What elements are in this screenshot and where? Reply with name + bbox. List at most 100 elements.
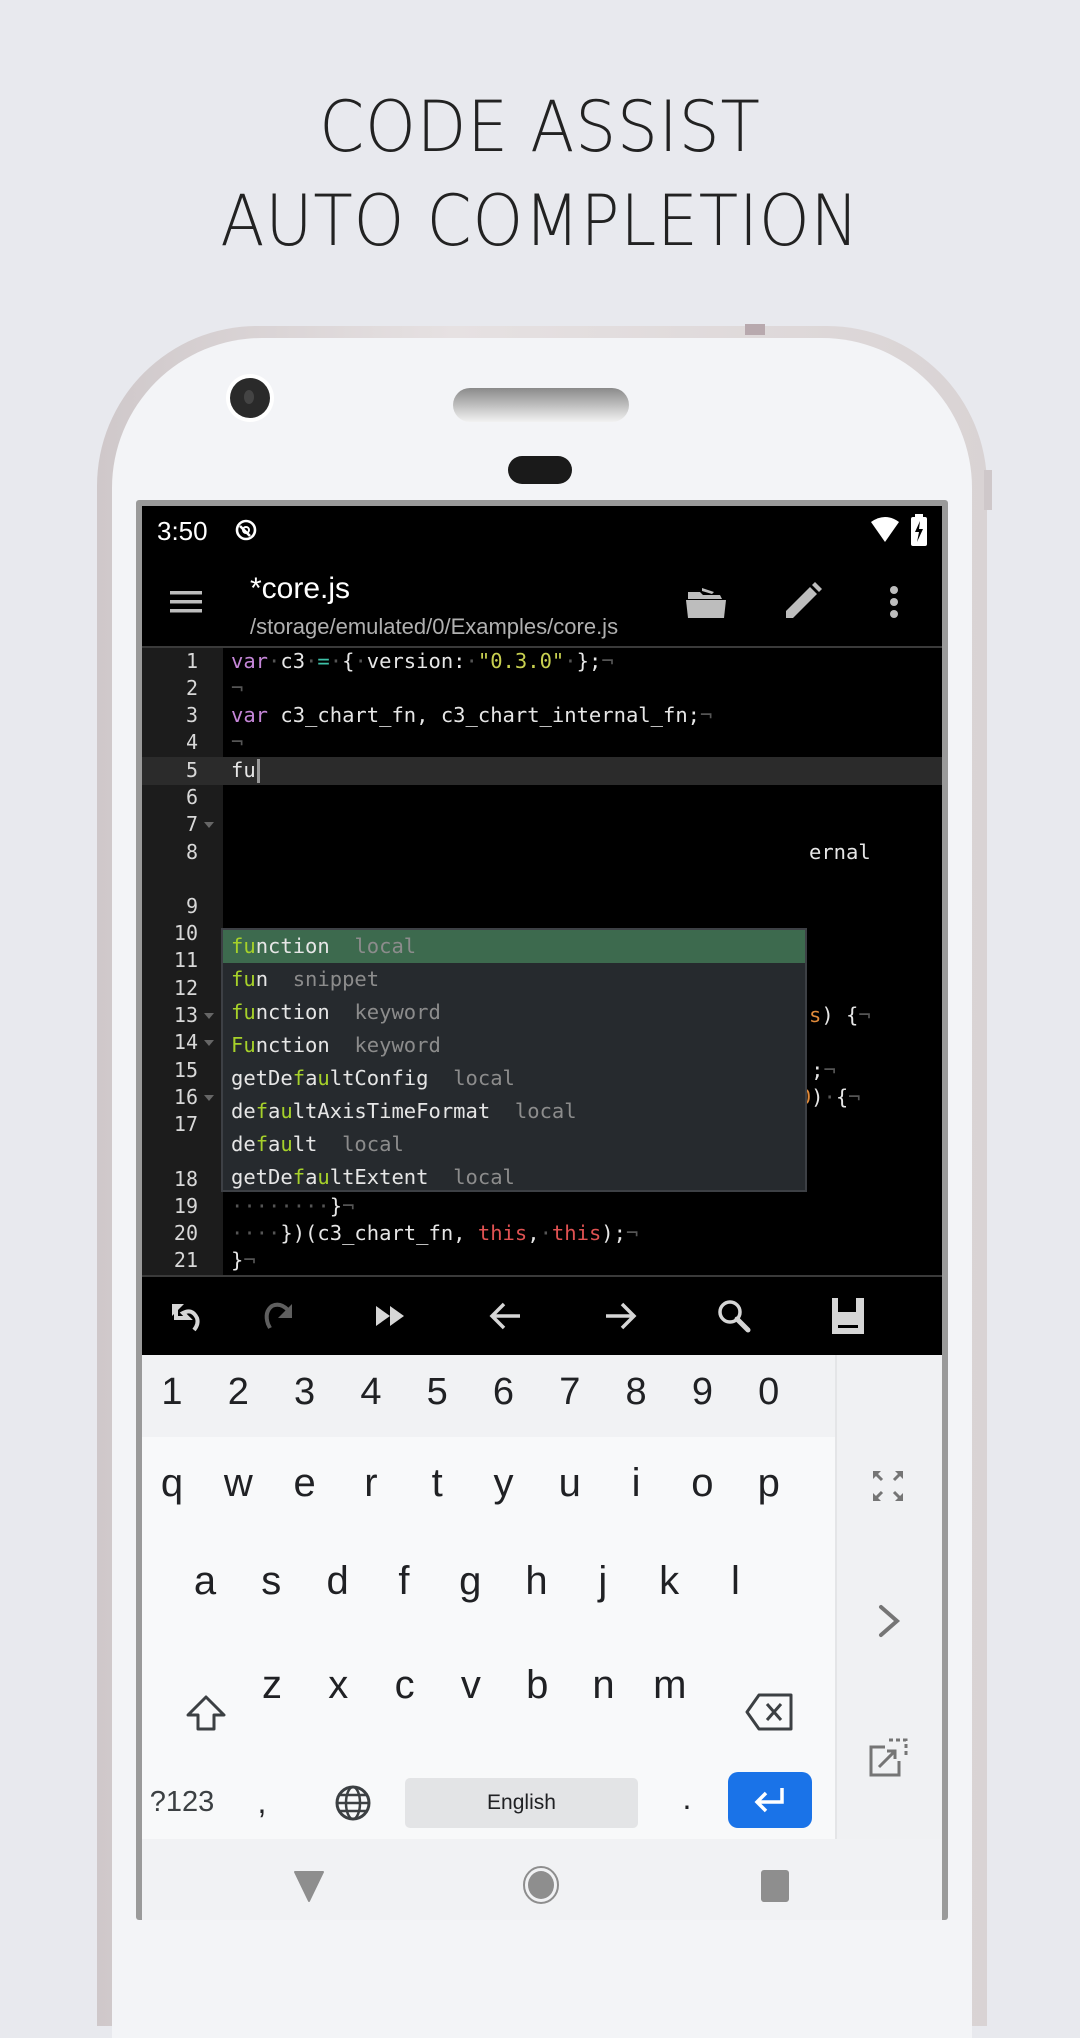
completion-item[interactable]: function local [223,930,805,963]
token: } [329,1194,343,1218]
code-line-4: ¬ [231,730,244,754]
token: s [809,1003,822,1027]
code-line-20: ····})(c3_chart_fn, this,·this);¬ [231,1221,639,1245]
line-number: 1 [185,649,198,673]
home-icon[interactable] [522,1865,560,1905]
key-h[interactable]: h [507,1559,567,1604]
app-bar: *core.js /storage/emulated/0/Examples/co… [142,558,942,646]
redo-icon[interactable] [254,1292,302,1340]
code-line-19: ········}¬ [231,1194,355,1218]
symbols-key[interactable]: ?123 [142,1777,222,1827]
period-key[interactable]: . [657,1773,717,1823]
enter-icon [754,1788,784,1813]
current-line-highlight [142,757,942,785]
search-icon[interactable] [710,1292,758,1340]
key-0[interactable]: 0 [739,1371,799,1414]
shift-icon[interactable] [184,1691,228,1735]
fullscreen-icon[interactable] [871,1469,905,1503]
key-f[interactable]: f [374,1559,434,1604]
fold-marker-icon[interactable] [204,1013,214,1019]
arrow-left-icon[interactable] [482,1292,530,1340]
headline-line-1: CODE ASSIST [319,86,761,168]
line-number: 12 [173,976,198,1000]
token: = [317,649,330,673]
key-k[interactable]: k [639,1559,699,1604]
status-time: 3:50 [157,516,208,546]
key-u[interactable]: u [540,1461,600,1506]
arrow-right-icon[interactable] [596,1292,644,1340]
completion-item[interactable]: defaultAxisTimeFormat local [223,1095,805,1128]
phone-screen: 3:50 *core.js /storage/emulated/0/Exampl… [142,506,942,1920]
completion-kind: keyword [354,1033,441,1057]
line-number: 20 [173,1221,198,1245]
menu-icon[interactable] [162,578,210,626]
completion-item[interactable]: default local [223,1128,805,1161]
proximity-sensor [508,456,572,484]
token: c3_chart_fn, c3_chart_internal_fn; [268,703,701,727]
key-c[interactable]: c [375,1663,435,1708]
globe-icon[interactable] [333,1783,373,1823]
floating-keyboard-icon[interactable] [867,1737,909,1779]
sync-icon [235,519,257,541]
code-line-5: fu [231,757,260,784]
key-d[interactable]: d [308,1559,368,1604]
edit-icon[interactable] [778,578,826,626]
enter-key[interactable] [728,1772,812,1828]
key-z[interactable]: z [242,1663,302,1708]
key-j[interactable]: j [573,1559,633,1604]
code-editor[interactable]: 1 2 3 4 5 6 7 8 9 10 11 12 13 14 15 16 17 18 19 20 21 var·c3… [142,648,942,1275]
line-number: 19 [173,1194,198,1218]
key-7[interactable]: 7 [540,1371,600,1414]
token: this [551,1221,602,1245]
back-icon[interactable] [292,1869,326,1903]
key-a[interactable]: a [175,1559,235,1604]
space-bar[interactable]: English [405,1778,638,1828]
key-i[interactable]: i [606,1461,666,1506]
fold-marker-icon[interactable] [204,1040,214,1046]
token: } [231,1248,244,1272]
fold-marker-icon[interactable] [204,1095,214,1101]
key-v[interactable]: v [441,1663,501,1708]
file-path: /storage/emulated/0/Examples/core.js [250,614,619,639]
key-g[interactable]: g [440,1559,500,1604]
completion-item[interactable]: Function keyword [223,1029,805,1062]
completion-kind: local [354,934,417,958]
line-number: 13 [173,1003,198,1027]
key-m[interactable]: m [640,1663,700,1708]
token: var [231,649,269,673]
key-n[interactable]: n [574,1663,634,1708]
code-line-21: }¬ [231,1248,256,1272]
soft-keyboard: 1234567890 qwertyuiop asdfghjkl zxcvbnm … [142,1355,835,1839]
save-icon[interactable] [824,1292,872,1340]
key-b[interactable]: b [507,1663,567,1708]
completion-item[interactable]: getDefaultExtent local [223,1161,805,1194]
line-number: 5 [185,758,198,782]
comma-key[interactable]: , [232,1777,292,1827]
line-number: 9 [185,894,198,918]
completion-item[interactable]: fun snippet [223,963,805,996]
key-x[interactable]: x [308,1663,368,1708]
editor-toolbar [142,1277,942,1355]
recents-icon[interactable] [760,1869,790,1903]
typed-text: fu [231,758,256,782]
key-9[interactable]: 9 [672,1371,732,1414]
system-nav-bar [142,1839,942,1920]
backspace-icon[interactable] [745,1691,795,1733]
fast-forward-icon[interactable] [368,1292,416,1340]
undo-icon[interactable] [162,1292,210,1340]
key-s[interactable]: s [241,1559,301,1604]
completion-item[interactable]: getDefaultConfig local [223,1062,805,1095]
more-vert-icon[interactable] [870,578,918,626]
fold-marker-icon[interactable] [204,822,214,828]
key-8[interactable]: 8 [606,1371,666,1414]
completion-item[interactable]: function keyword [223,996,805,1029]
key-l[interactable]: l [705,1559,765,1604]
folder-open-icon[interactable] [682,578,730,626]
code-line-1: var·c3·=·{·version:·"0.3.0"·};¬ [231,649,614,673]
file-title: *core.js [250,572,351,605]
token: var [231,703,269,727]
phone-side-button [984,470,992,510]
key-p[interactable]: p [739,1461,799,1506]
chevron-right-icon[interactable] [875,1603,903,1639]
key-o[interactable]: o [672,1461,732,1506]
